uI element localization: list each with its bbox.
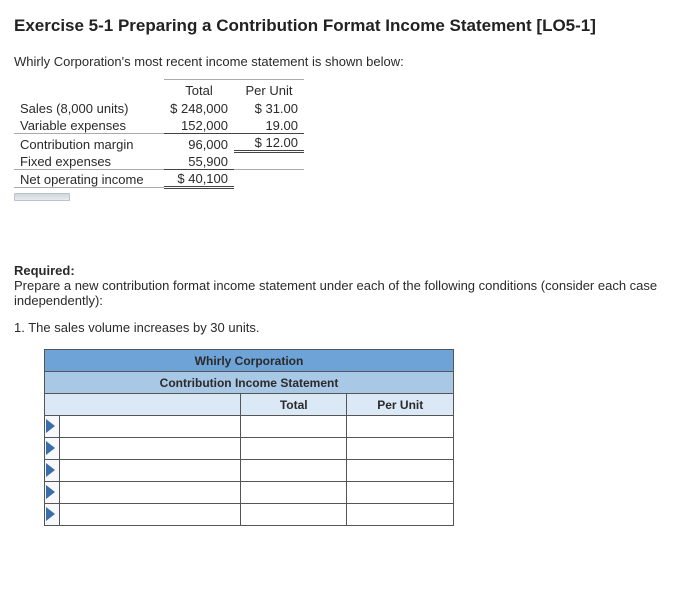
row-selector-5[interactable] — [45, 504, 60, 526]
answer-cell-desc-5[interactable] — [59, 504, 240, 526]
answer-company-header: Whirly Corporation — [45, 350, 454, 372]
answer-cell-pu-1[interactable] — [347, 416, 454, 438]
answer-cell-total-4[interactable] — [240, 482, 347, 504]
row-var-perunit: 19.00 — [234, 116, 304, 134]
row-fixed-label: Fixed expenses — [14, 152, 164, 170]
answer-cell-pu-5[interactable] — [347, 504, 454, 526]
answer-cell-desc-2[interactable] — [59, 438, 240, 460]
row-selector-1[interactable] — [45, 416, 60, 438]
answer-table: Whirly Corporation Contribution Income S… — [44, 349, 454, 526]
required-body: Prepare a new contribution format income… — [14, 278, 665, 308]
answer-cell-pu-2[interactable] — [347, 438, 454, 460]
row-cm-label: Contribution margin — [14, 134, 164, 152]
given-income-statement: Total Per Unit Sales (8,000 units) $ 248… — [14, 79, 304, 189]
answer-cell-total-5[interactable] — [240, 504, 347, 526]
row-sales-perunit: $ 31.00 — [234, 98, 304, 116]
answer-cell-desc-1[interactable] — [59, 416, 240, 438]
row-cm-perunit: $ 12.00 — [234, 134, 304, 152]
row-noi-label: Net operating income — [14, 170, 164, 188]
answer-cell-total-1[interactable] — [240, 416, 347, 438]
row-sales-label: Sales (8,000 units) — [14, 98, 164, 116]
answer-cell-desc-4[interactable] — [59, 482, 240, 504]
row-cm-total: 96,000 — [164, 134, 234, 152]
answer-statement-header: Contribution Income Statement — [45, 372, 454, 394]
answer-col-total: Total — [240, 394, 347, 416]
condition-1: 1. The sales volume increases by 30 unit… — [14, 320, 665, 335]
triangle-icon — [46, 463, 55, 477]
row-selector-2[interactable] — [45, 438, 60, 460]
answer-cell-desc-3[interactable] — [59, 460, 240, 482]
row-sales-total: $ 248,000 — [164, 98, 234, 116]
col-header-total: Total — [164, 80, 234, 98]
row-selector-4[interactable] — [45, 482, 60, 504]
answer-cell-total-3[interactable] — [240, 460, 347, 482]
row-fixed-total: 55,900 — [164, 152, 234, 170]
answer-cell-pu-3[interactable] — [347, 460, 454, 482]
required-header: Required: — [14, 263, 665, 278]
page-title: Exercise 5-1 Preparing a Contribution Fo… — [14, 16, 665, 36]
answer-col-perunit: Per Unit — [347, 394, 454, 416]
col-header-perunit: Per Unit — [234, 80, 304, 98]
triangle-icon — [46, 507, 55, 521]
triangle-icon — [46, 485, 55, 499]
answer-cell-total-2[interactable] — [240, 438, 347, 460]
redacted-scrub — [14, 193, 70, 201]
row-var-label: Variable expenses — [14, 116, 164, 134]
row-selector-3[interactable] — [45, 460, 60, 482]
triangle-icon — [46, 441, 55, 455]
row-noi-total: $ 40,100 — [164, 170, 234, 188]
row-var-total: 152,000 — [164, 116, 234, 134]
intro-text: Whirly Corporation's most recent income … — [14, 54, 665, 69]
answer-cell-pu-4[interactable] — [347, 482, 454, 504]
triangle-icon — [46, 419, 55, 433]
